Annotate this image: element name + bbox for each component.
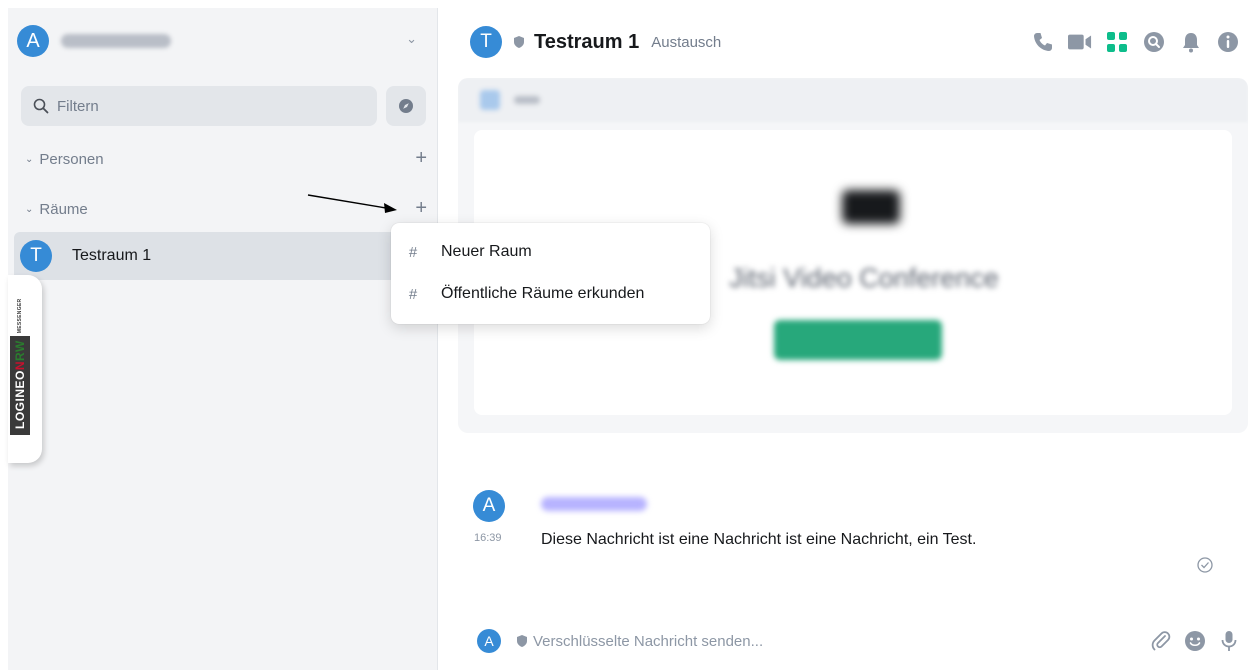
message-composer: A: [477, 627, 1247, 655]
compass-icon: [399, 99, 413, 113]
widget-title-blurred: [514, 96, 540, 104]
explore-rooms-button[interactable]: [386, 86, 426, 126]
emoji-icon[interactable]: [1183, 629, 1207, 653]
room-filter[interactable]: [21, 86, 377, 126]
room-list-item[interactable]: T Testraum 1: [14, 232, 438, 280]
search-icon[interactable]: [1142, 30, 1166, 54]
section-label: Räume: [39, 200, 88, 218]
search-icon: [33, 98, 49, 114]
chevron-down-icon: ⌄: [25, 153, 34, 165]
pointer-arrow: [307, 194, 397, 213]
chevron-down-icon: ⌄: [25, 203, 34, 215]
message-timestamp: 16:39: [474, 532, 502, 544]
message-body: Diese Nachricht ist eine Nachricht ist e…: [541, 531, 977, 548]
menu-item-new-room[interactable]: # Neuer Raum: [391, 231, 710, 273]
menu-item-label: Öffentliche Räume erkunden: [441, 285, 645, 302]
paperclip-icon[interactable]: [1149, 629, 1173, 653]
add-room-button[interactable]: +: [415, 197, 427, 220]
logineo-logo-tab[interactable]: LOGINEONRW MESSENGER: [8, 275, 42, 463]
info-icon[interactable]: [1216, 30, 1240, 54]
widget-titlebar: [458, 78, 1248, 122]
widget-app-icon: [480, 90, 500, 110]
add-room-context-menu: # Neuer Raum # Öffentliche Räume erkunde…: [391, 223, 710, 324]
room-title[interactable]: Testraum 1: [534, 31, 639, 54]
add-person-button[interactable]: +: [415, 147, 427, 170]
room-topic[interactable]: Austausch: [651, 34, 721, 51]
message-sender-blurred[interactable]: [541, 497, 647, 511]
hash-plus-icon: #: [408, 243, 418, 261]
shield-icon: [514, 36, 524, 48]
filter-input[interactable]: [57, 97, 357, 115]
composer-actions: [1139, 629, 1241, 653]
hash-search-icon: #: [408, 285, 418, 303]
section-people[interactable]: ⌄ Personen +: [25, 147, 427, 170]
widget-heading: Jitsi Video Conference: [729, 263, 999, 293]
microphone-icon[interactable]: [1217, 629, 1241, 653]
logineo-logo: LOGINEONRW MESSENGER: [10, 299, 30, 435]
room-avatar[interactable]: T: [470, 26, 502, 58]
user-menu[interactable]: A ⌄: [17, 25, 417, 57]
chevron-down-icon[interactable]: ⌄: [406, 31, 417, 47]
user-display-name-blurred: [61, 34, 171, 48]
menu-item-label: Neuer Raum: [441, 243, 532, 260]
message-avatar[interactable]: A: [473, 490, 505, 522]
room-header: T Testraum 1 Austausch: [470, 26, 1240, 58]
room-avatar: T: [20, 240, 52, 272]
composer-avatar: A: [477, 629, 501, 653]
apps-grid-icon[interactable]: [1105, 30, 1129, 54]
shield-icon: [517, 635, 527, 647]
message-input[interactable]: [533, 632, 1033, 650]
video-camera-icon: [842, 190, 900, 224]
join-conference-button[interactable]: [774, 320, 942, 360]
phone-icon[interactable]: [1031, 30, 1055, 54]
video-camera-icon[interactable]: [1068, 30, 1092, 54]
room-name: Testraum 1: [72, 247, 152, 264]
header-actions: [1018, 30, 1240, 54]
bell-icon[interactable]: [1179, 30, 1203, 54]
section-label: Personen: [39, 150, 104, 168]
read-receipt-check-icon[interactable]: [1196, 556, 1214, 574]
user-avatar[interactable]: A: [17, 25, 49, 57]
menu-item-explore-public-rooms[interactable]: # Öffentliche Räume erkunden: [391, 273, 710, 315]
